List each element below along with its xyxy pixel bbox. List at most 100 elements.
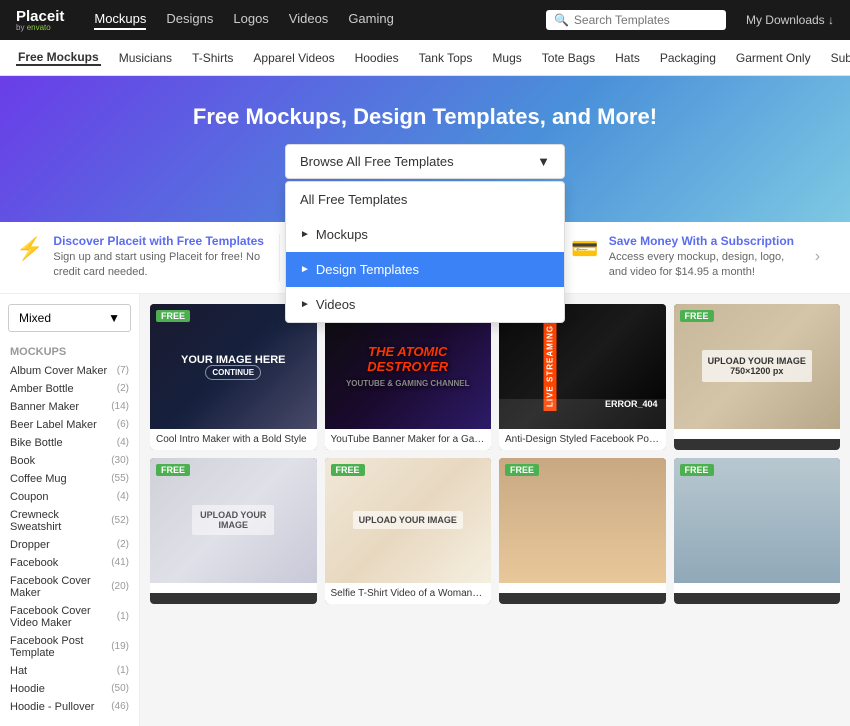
main-nav-links: Mockups Designs Logos Videos Gaming [94, 11, 393, 30]
logo[interactable]: Placeit by envato [16, 9, 64, 32]
grid-item-8-image: FREE [674, 458, 841, 583]
my-downloads-link[interactable]: My Downloads ↓ [746, 13, 834, 27]
dropdown-label: Browse All Free Templates [300, 154, 454, 169]
chevron-down-icon: ▼ [537, 154, 550, 169]
subscription-icon: 💳 [571, 236, 598, 262]
cat-hoodies[interactable]: Hoodies [353, 51, 401, 65]
cat-mugs[interactable]: Mugs [490, 51, 523, 65]
info-discover-title: Discover Placeit with Free Templates [53, 234, 264, 248]
nav-videos[interactable]: Videos [289, 11, 329, 30]
arrow-icon: ► [300, 299, 310, 310]
discover-icon: ⚡ [16, 236, 43, 262]
image-grid: FREE YOUR IMAGE HERECONTINUE Cool Intro … [150, 304, 840, 604]
grid-item-4-text: UPLOAD YOUR IMAGE750×1200 px [702, 350, 812, 382]
grid-item-5-caption [150, 583, 317, 593]
cat-packaging[interactable]: Packaging [658, 51, 718, 65]
grid-item-4-image: FREE UPLOAD YOUR IMAGE750×1200 px [674, 304, 841, 429]
cat-hats[interactable]: Hats [613, 51, 642, 65]
grid-item-8[interactable]: FREE [674, 458, 841, 604]
nav-gaming[interactable]: Gaming [348, 11, 394, 30]
nav-mockups[interactable]: Mockups [94, 11, 146, 30]
dropdown-item-mockups[interactable]: ► Mockups [286, 217, 564, 252]
free-badge: FREE [156, 310, 190, 322]
sidebar-crewneck[interactable]: Crewneck Sweatshirt(52) [0, 506, 139, 536]
grid-item-7-image: FREE [499, 458, 666, 583]
grid-item-5-text: UPLOAD YOURIMAGE [192, 505, 274, 535]
free-badge: FREE [505, 464, 539, 476]
grid-item-1-caption: Cool Intro Maker with a Bold Style [150, 429, 317, 450]
sidebar-facebook[interactable]: Facebook(41) [0, 554, 139, 572]
search-input[interactable] [574, 13, 718, 27]
grid-item-6[interactable]: FREE UPLOAD YOUR IMAGE Selfie T-Shirt Vi… [325, 458, 492, 604]
cat-free-mockups[interactable]: Free Mockups [16, 50, 101, 66]
nav-logos[interactable]: Logos [233, 11, 268, 30]
nav-designs[interactable]: Designs [166, 11, 213, 30]
grid-item-2[interactable]: FREE THE ATOMICDESTROYERYOUTUBE & GAMING… [325, 304, 492, 450]
sidebar-hoodie-pullover[interactable]: Hoodie - Pullover(46) [0, 698, 139, 716]
dropdown-item-all-free[interactable]: All Free Templates [286, 182, 564, 217]
grid-item-7-caption [499, 583, 666, 593]
grid-item-1-text: YOUR IMAGE HERECONTINUE [173, 346, 294, 386]
grid-item-4-caption [674, 429, 841, 439]
grid-item-3[interactable]: FREE LIVE STREAMING ERROR_404 Anti-Desig… [499, 304, 666, 450]
dropdown-trigger[interactable]: Browse All Free Templates ▼ [285, 144, 565, 179]
grid-item-1[interactable]: FREE YOUR IMAGE HERECONTINUE Cool Intro … [150, 304, 317, 450]
sidebar-amber-bottle[interactable]: Amber Bottle(2) [0, 380, 139, 398]
grid-item-7[interactable]: FREE [499, 458, 666, 604]
grid-item-5[interactable]: FREE UPLOAD YOURIMAGE [150, 458, 317, 604]
sidebar-fb-cover-video[interactable]: Facebook Cover Video Maker(1) [0, 602, 139, 632]
search-icon: 🔍 [554, 13, 569, 27]
cat-musicians[interactable]: Musicians [117, 51, 174, 65]
free-badge: FREE [331, 464, 365, 476]
sidebar-dropper[interactable]: Dropper(2) [0, 536, 139, 554]
sidebar-book[interactable]: Book(30) [0, 452, 139, 470]
sidebar-hoodie[interactable]: Hoodie(50) [0, 680, 139, 698]
content-area: FREE YOUR IMAGE HERECONTINUE Cool Intro … [140, 294, 850, 726]
sidebar-coffee-mug[interactable]: Coffee Mug(55) [0, 470, 139, 488]
grid-item-6-image: FREE UPLOAD YOUR IMAGE [325, 458, 492, 583]
browse-dropdown[interactable]: Browse All Free Templates ▼ All Free Tem… [285, 144, 565, 179]
dropdown-item-label: Videos [316, 297, 356, 312]
logo-place: Placeit [16, 9, 64, 24]
info-subscription-title: Save Money With a Subscription [609, 234, 805, 248]
sidebar-coupon[interactable]: Coupon(4) [0, 488, 139, 506]
sidebar-beer-label[interactable]: Beer Label Maker(6) [0, 416, 139, 434]
sidebar-fb-post[interactable]: Facebook Post Template(19) [0, 632, 139, 662]
cat-tank-tops[interactable]: Tank Tops [417, 51, 475, 65]
sidebar-hat[interactable]: Hat(1) [0, 662, 139, 680]
grid-item-2-caption: YouTube Banner Maker for a Game Streamin… [325, 429, 492, 450]
grid-item-3-caption: Anti-Design Styled Facebook Post Generat… [499, 429, 666, 450]
dropdown-item-design-templates[interactable]: ► Design Templates [286, 252, 564, 287]
grid-item-2-text: THE ATOMICDESTROYERYOUTUBE & GAMING CHAN… [346, 344, 470, 389]
main-content: Mixed ▼ Mockups Album Cover Maker(7) Amb… [0, 294, 850, 726]
info-discover-desc: Sign up and start using Placeit for free… [53, 250, 264, 281]
arrow-icon: ► [300, 264, 310, 275]
sidebar-fb-cover-maker[interactable]: Facebook Cover Maker(20) [0, 572, 139, 602]
dropdown-item-label: Design Templates [316, 262, 419, 277]
hero-title: Free Mockups, Design Templates, and More… [20, 104, 830, 130]
cat-sublimated[interactable]: Sublimated [829, 51, 850, 65]
search-bar[interactable]: 🔍 [546, 10, 726, 30]
cat-apparel-videos[interactable]: Apparel Videos [251, 51, 336, 65]
cat-tote-bags[interactable]: Tote Bags [540, 51, 597, 65]
logo-byenvato: by envato [16, 24, 64, 32]
dropdown-item-videos[interactable]: ► Videos [286, 287, 564, 322]
dropdown-item-label: Mockups [316, 227, 368, 242]
filter-label: Mixed [19, 311, 51, 325]
cat-garment-only[interactable]: Garment Only [734, 51, 813, 65]
grid-item-4[interactable]: FREE UPLOAD YOUR IMAGE750×1200 px [674, 304, 841, 450]
chevron-down-icon: ▼ [108, 311, 120, 325]
subscription-next-icon[interactable]: › [815, 248, 820, 266]
grid-item-6-caption: Selfie T-Shirt Video of a Woman Drinking… [325, 583, 492, 604]
info-item-subscription: 💳 Save Money With a Subscription Access … [557, 234, 834, 281]
info-subscription-desc: Access every mockup, design, logo, and v… [609, 250, 805, 281]
sidebar-filter[interactable]: Mixed ▼ [8, 304, 131, 332]
category-bar: Free Mockups Musicians T-Shirts Apparel … [0, 40, 850, 76]
grid-item-5-image: FREE UPLOAD YOURIMAGE [150, 458, 317, 583]
cat-tshirts[interactable]: T-Shirts [190, 51, 235, 65]
free-badge: FREE [680, 464, 714, 476]
sidebar-banner-maker[interactable]: Banner Maker(14) [0, 398, 139, 416]
sidebar-album-cover[interactable]: Album Cover Maker(7) [0, 362, 139, 380]
sidebar-bike-bottle[interactable]: Bike Bottle(4) [0, 434, 139, 452]
free-badge: FREE [680, 310, 714, 322]
